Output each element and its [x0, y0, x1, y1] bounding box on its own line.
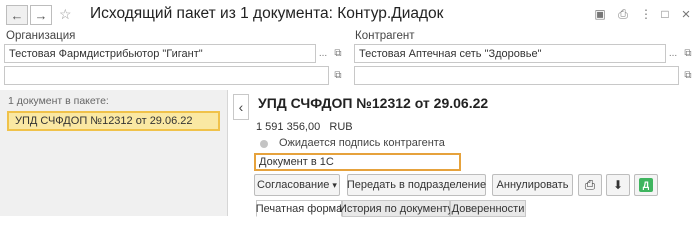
transfer-to-department-button[interactable]: Передать в подразделение: [347, 174, 486, 196]
favorite-star-icon[interactable]: ☆: [59, 6, 72, 23]
more-menu-icon[interactable]: ⋮: [638, 6, 654, 22]
counterparty-open-icon[interactable]: ⧉: [681, 44, 695, 63]
amount-currency: RUB: [329, 121, 353, 133]
counterparty-select-button[interactable]: ...: [666, 44, 680, 63]
back-button[interactable]: ←: [6, 5, 28, 25]
counterparty-second-field[interactable]: [354, 66, 679, 85]
save-icon[interactable]: ▣: [592, 6, 608, 22]
document-title: УПД СЧФДОП №12312 от 29.06.22: [258, 95, 489, 111]
close-icon[interactable]: ×: [678, 6, 694, 23]
organization-open-icon[interactable]: ⧉: [331, 44, 345, 63]
tab-document-history[interactable]: История по документу: [339, 200, 453, 217]
tab-powers-of-attorney[interactable]: Доверенности: [450, 200, 526, 217]
amount-value: 1 591 356,00: [256, 121, 321, 133]
organization-second-open-icon[interactable]: ⧉: [331, 66, 345, 85]
organization-field[interactable]: Тестовая Фармдистрибьютор "Гигант": [4, 44, 316, 63]
package-panel: [0, 90, 228, 216]
forward-button[interactable]: →: [30, 5, 52, 25]
print-icon: ⎙: [584, 177, 596, 192]
diadoc-button[interactable]: Д: [634, 174, 658, 196]
status-dot-icon: [260, 140, 268, 148]
dropdown-arrow-icon: ▾: [332, 179, 337, 190]
maximize-icon[interactable]: □: [657, 6, 673, 22]
print-document-button[interactable]: ⎙: [578, 174, 602, 196]
organization-select-button[interactable]: ...: [316, 44, 330, 63]
counterparty-second-open-icon[interactable]: ⧉: [681, 66, 695, 85]
document-amount: 1 591 356,00 RUB: [256, 121, 353, 133]
print-icon[interactable]: ⎙: [615, 6, 631, 22]
package-list-item[interactable]: УПД СЧФДОП №12312 от 29.06.22: [7, 111, 220, 131]
document-status: Ожидается подпись контрагента: [279, 137, 445, 149]
chevron-left-icon: ‹: [238, 99, 244, 115]
organization-second-field[interactable]: [4, 66, 329, 85]
organization-label: Организация: [6, 30, 76, 42]
diadoc-logo-icon: Д: [639, 178, 653, 192]
package-header: 1 документ в пакете:: [8, 95, 109, 107]
counterparty-label: Контрагент: [355, 30, 415, 42]
download-icon: ⬇: [612, 178, 624, 192]
approval-dropdown-button[interactable]: Согласование ▾: [254, 174, 340, 196]
tab-print-form[interactable]: Печатная форма: [256, 200, 342, 217]
annul-button[interactable]: Аннулировать: [492, 174, 573, 196]
window-title: Исходящий пакет из 1 документа: Контур.Д…: [90, 5, 444, 22]
arrow-right-icon: →: [34, 7, 48, 23]
counterparty-field[interactable]: Тестовая Аптечная сеть "Здоровье": [354, 44, 666, 63]
arrow-left-icon: ←: [10, 7, 24, 23]
comment-field[interactable]: Документ в 1С: [254, 153, 461, 171]
collapse-panel-button[interactable]: ‹: [233, 94, 249, 120]
download-button[interactable]: ⬇: [606, 174, 630, 196]
approval-label: Согласование: [257, 179, 330, 191]
